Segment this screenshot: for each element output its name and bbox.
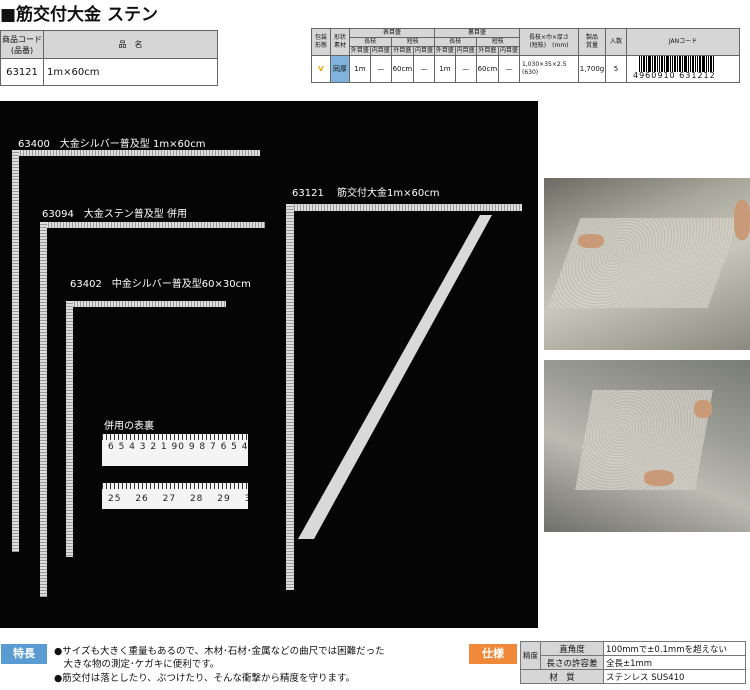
dims-header: 長枝×巾×厚さ (短枝) (mm) — [519, 28, 579, 56]
jan-barcode: 4 960910 631212 — [626, 55, 740, 83]
weight-cell: 1,700g — [578, 55, 606, 83]
qty-header: 入数 — [605, 28, 627, 56]
front-long-header: 長枝 — [349, 37, 392, 47]
front-long-inner: — — [369, 55, 392, 83]
back-long-inner: — — [454, 55, 477, 83]
feature-line-2: 大きな物の測定･ケガキに便利です。 — [54, 659, 220, 670]
scale-sample-front: 6 5 4 3 2 1 90 9 8 7 6 5 4 3 2 1 80 — [102, 434, 248, 466]
jan-header: JANコード — [626, 28, 740, 56]
outer-header: 外目盛 — [349, 46, 371, 56]
squareness-label: 直角度 — [540, 641, 604, 656]
product-code: 63121 — [0, 58, 44, 86]
inner-header: 内目盛 — [498, 46, 520, 56]
back-short-header: 短枝 — [475, 37, 521, 47]
front-scale-header: 表目盛 — [349, 28, 435, 38]
usage-photo-2 — [544, 360, 750, 532]
front-long-outer: 1m — [349, 55, 371, 83]
material-value: ステンレス SUS410 — [603, 669, 746, 684]
features-badge: 特長 — [1, 644, 47, 664]
dims-cell: 1,030×35×2.5 (630) — [519, 55, 579, 83]
product-photo: 63400 大金シルバー普及型 1m×60cm 63094 大金ステン普及型 併… — [0, 101, 538, 628]
feature-line-1: ●サイズも大きく重量もあるので、木材･石材･金属などの曲尺では困難だった — [54, 646, 385, 657]
outer-header: 外目盛 — [390, 46, 415, 56]
product-name: 1m×60cm — [43, 58, 218, 86]
weight-header: 製品 質量 — [578, 28, 606, 56]
length-tolerance-label: 長さの許容差 — [540, 655, 604, 670]
front-short-inner: — — [413, 55, 435, 83]
outer-header: 外目盛 — [475, 46, 500, 56]
hand-image — [644, 470, 674, 486]
material-label: 材 質 — [520, 669, 604, 684]
shape-header: 形状 素材 — [330, 28, 350, 56]
feature-line-3: ●筋交付は落としたり、ぶつけたり、そんな衝撃から精度を守ります。 — [54, 673, 356, 684]
accuracy-group: 精度 — [520, 641, 541, 670]
page-title: ■筋交付大金 ステン — [0, 5, 158, 25]
usage-photo-1 — [544, 178, 750, 350]
back-scale-header: 裏目盛 — [433, 28, 521, 38]
outer-header: 外目盛 — [433, 46, 456, 56]
qty-cell: 5 — [605, 55, 627, 83]
length-tolerance-value: 全長±1mm — [603, 655, 746, 670]
inner-header: 内目盛 — [454, 46, 477, 56]
back-long-outer: 1m — [433, 55, 456, 83]
hand-image — [578, 234, 604, 248]
inner-header: 内目盛 — [369, 46, 392, 56]
label-dual-side: 併用の表裏 — [104, 421, 154, 432]
barcode-icon — [639, 56, 715, 72]
front-short-header: 短枝 — [390, 37, 435, 47]
spec-table: 包装 形態 形状 素材 表目盛 裏目盛 長枝×巾×厚さ (短枝) (mm) 製品 質量 … — [311, 28, 740, 83]
spec-badge: 仕様 — [469, 644, 517, 664]
accuracy-spec-table: 精度 直角度 100mmで±0.1mmを超えない 長さの許容差 全長±1mm 材… — [520, 641, 746, 684]
material-cell: 同厚 — [330, 55, 350, 83]
back-short-inner: — — [498, 55, 520, 83]
name-header: 品 名 — [43, 30, 218, 59]
front-short-outer: 60cm — [390, 55, 415, 83]
scale-back-digits: 25 26 27 28 29 30 — [108, 494, 248, 504]
code-header: 商品コード (品番) — [0, 30, 44, 59]
squareness-value: 100mmで±0.1mmを超えない — [603, 641, 746, 656]
brace-bar — [298, 215, 492, 539]
back-short-outer: 60cm — [475, 55, 500, 83]
check-icon: V — [311, 55, 331, 83]
packing-header: 包装 形態 — [311, 28, 331, 56]
back-long-header: 長枝 — [433, 37, 477, 47]
scale-front-digits: 6 5 4 3 2 1 90 9 8 7 6 5 4 3 2 1 80 — [108, 442, 248, 452]
jan-digits: 960910 631212 — [639, 71, 716, 80]
scale-sample-back: 25 26 27 28 29 30 — [102, 483, 248, 509]
hand-image — [694, 400, 712, 418]
hand-image — [734, 200, 750, 240]
inner-header: 内目盛 — [413, 46, 435, 56]
product-table: 商品コード (品番) 品 名 63121 1m×60cm — [0, 30, 218, 86]
